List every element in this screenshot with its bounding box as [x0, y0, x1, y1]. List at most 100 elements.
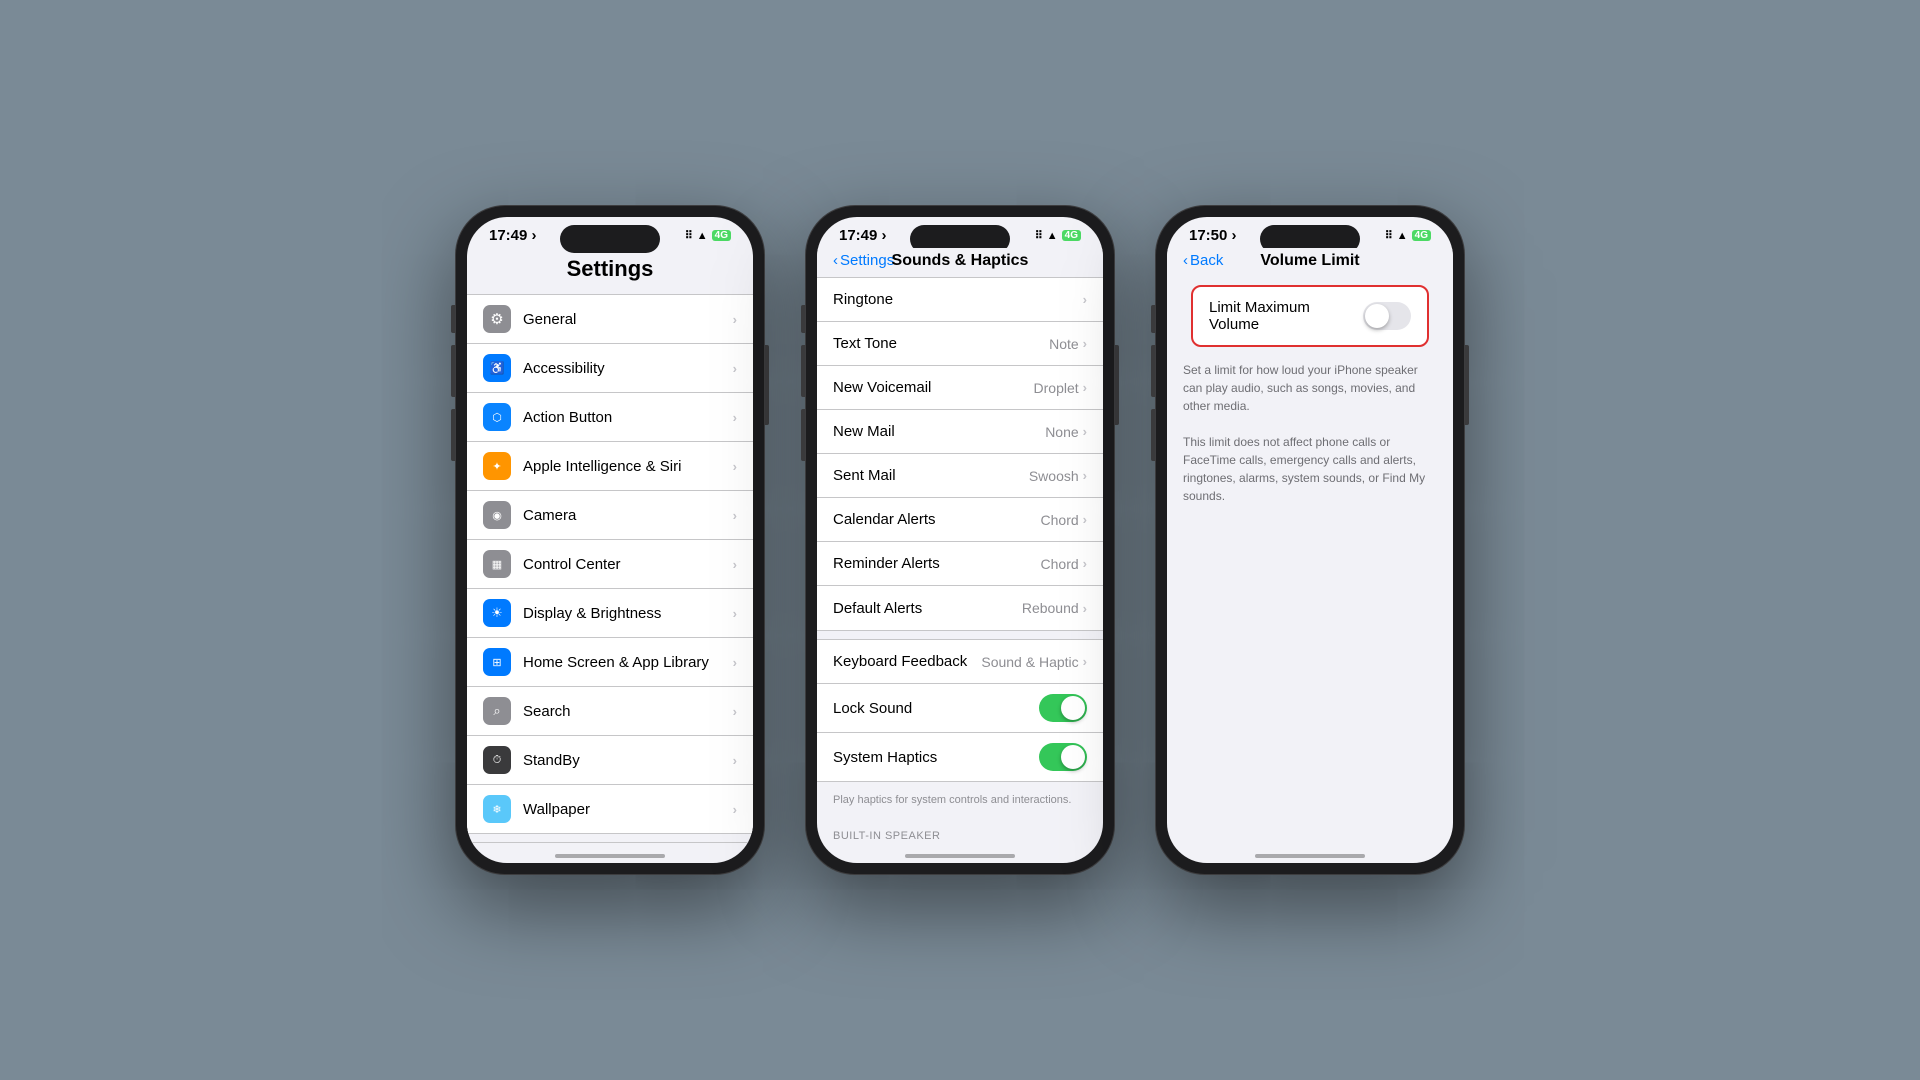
apple-intelligence-label: Apple Intelligence & Siri: [523, 458, 733, 475]
display-icon: ☀: [483, 599, 511, 627]
phone-3-screen: 17:50 › ⠿ ▲ 4G ‹ Back Volume Limit Limit…: [1167, 217, 1453, 863]
list-item-system-haptics[interactable]: System Haptics: [817, 733, 1103, 781]
search-label: Search: [523, 703, 733, 720]
list-item-keyboard-feedback[interactable]: Keyboard Feedback Sound & Haptic ›: [817, 640, 1103, 684]
default-alerts-label: Default Alerts: [833, 600, 1022, 617]
text-tone-chevron: ›: [1083, 336, 1087, 351]
volume-up-button: [451, 345, 455, 397]
list-item-general[interactable]: ⚙ General ›: [467, 295, 753, 344]
lock-sound-label: Lock Sound: [833, 700, 1039, 717]
list-item-new-voicemail[interactable]: New Voicemail Droplet ›: [817, 366, 1103, 410]
status-bar-1: 17:49 › ⠿ ▲ 4G: [467, 217, 753, 248]
list-item-action-button[interactable]: ⬡ Action Button ›: [467, 393, 753, 442]
back-chevron-2: ‹: [833, 252, 838, 269]
battery-icon-3: 4G: [1412, 230, 1431, 241]
new-voicemail-label: New Voicemail: [833, 379, 1034, 396]
list-item-calendar-alerts[interactable]: Calendar Alerts Chord ›: [817, 498, 1103, 542]
list-item-accessibility[interactable]: ♿ Accessibility ›: [467, 344, 753, 393]
control-center-chevron: ›: [733, 557, 737, 572]
phone-1-screen: 17:49 › ⠿ ▲ 4G Settings ⚙ General › ♿ Ac…: [467, 217, 753, 863]
volume-down-button: [451, 409, 455, 461]
general-label: General: [523, 311, 733, 328]
list-item-apple-intelligence[interactable]: ✦ Apple Intelligence & Siri ›: [467, 442, 753, 491]
list-item-sent-mail[interactable]: Sent Mail Swoosh ›: [817, 454, 1103, 498]
status-bar-2: 17:49 › ⠿ ▲ 4G: [817, 217, 1103, 248]
sent-mail-value: Swoosh: [1029, 468, 1079, 484]
wifi-icon: ▲: [697, 230, 708, 242]
sent-mail-label: Sent Mail: [833, 467, 1029, 484]
sounds-haptics-content[interactable]: Ringtone › Text Tone Note › New Voicemai…: [817, 277, 1103, 843]
list-item-search[interactable]: ⌕ Search ›: [467, 687, 753, 736]
home-bar-3: [1167, 843, 1453, 863]
reminder-alerts-label: Reminder Alerts: [833, 555, 1041, 572]
accessibility-label: Accessibility: [523, 360, 733, 377]
time-3: 17:50 ›: [1189, 227, 1237, 244]
battery-icon: 4G: [712, 230, 731, 241]
list-item-home-screen[interactable]: ⊞ Home Screen & App Library ›: [467, 638, 753, 687]
sounds-group-1: Ringtone › Text Tone Note › New Voicemai…: [817, 277, 1103, 631]
battery-icon-2: 4G: [1062, 230, 1081, 241]
nav-title-3: Volume Limit: [1260, 252, 1359, 270]
limit-maximum-volume-row[interactable]: Limit Maximum Volume: [1191, 285, 1429, 347]
list-item-default-alerts[interactable]: Default Alerts Rebound ›: [817, 586, 1103, 630]
sent-mail-chevron: ›: [1083, 468, 1087, 483]
grid-icon-2: ⠿: [1035, 229, 1043, 242]
search-chevron: ›: [733, 704, 737, 719]
status-icons-2: ⠿ ▲ 4G: [1035, 229, 1081, 242]
reminder-alerts-value: Chord: [1041, 556, 1079, 572]
apple-intelligence-chevron: ›: [733, 459, 737, 474]
mute-switch-2: [801, 305, 805, 333]
list-item-new-mail[interactable]: New Mail None ›: [817, 410, 1103, 454]
home-screen-label: Home Screen & App Library: [523, 654, 733, 671]
list-item-reminder-alerts[interactable]: Reminder Alerts Chord ›: [817, 542, 1103, 586]
status-bar-3: 17:50 › ⠿ ▲ 4G: [1167, 217, 1453, 248]
system-haptics-knob: [1061, 745, 1085, 769]
accessibility-icon: ♿: [483, 354, 511, 382]
list-item-ringtone[interactable]: Ringtone ›: [817, 278, 1103, 322]
action-button-chevron: ›: [733, 410, 737, 425]
new-mail-chevron: ›: [1083, 424, 1087, 439]
grid-icon-3: ⠿: [1385, 229, 1393, 242]
keyboard-feedback-value: Sound & Haptic: [981, 654, 1078, 670]
back-button-3[interactable]: ‹ Back: [1183, 252, 1223, 269]
calendar-alerts-chevron: ›: [1083, 512, 1087, 527]
home-bar-2: [817, 843, 1103, 863]
keyboard-feedback-chevron: ›: [1083, 654, 1087, 669]
default-alerts-value: Rebound: [1022, 600, 1079, 616]
list-item-text-tone[interactable]: Text Tone Note ›: [817, 322, 1103, 366]
grid-icon: ⠿: [685, 229, 693, 242]
list-item-standby[interactable]: ⏱ StandBy ›: [467, 736, 753, 785]
list-item-lock-sound[interactable]: Lock Sound: [817, 684, 1103, 733]
phone-2: 17:49 › ⠿ ▲ 4G ‹ Settings Sounds & Hapti…: [805, 205, 1115, 875]
list-item-camera[interactable]: ◉ Camera ›: [467, 491, 753, 540]
home-screen-chevron: ›: [733, 655, 737, 670]
limit-volume-toggle[interactable]: [1363, 302, 1411, 330]
list-item-display[interactable]: ☀ Display & Brightness ›: [467, 589, 753, 638]
wallpaper-chevron: ›: [733, 802, 737, 817]
accessibility-chevron: ›: [733, 361, 737, 376]
ringtone-chevron: ›: [1083, 292, 1087, 307]
settings-list[interactable]: ⚙ General › ♿ Accessibility › ⬡ Action B…: [467, 294, 753, 843]
text-tone-label: Text Tone: [833, 335, 1049, 352]
haptics-note: Play haptics for system controls and int…: [817, 790, 1103, 814]
new-voicemail-value: Droplet: [1034, 380, 1079, 396]
phone-2-screen: 17:49 › ⠿ ▲ 4G ‹ Settings Sounds & Hapti…: [817, 217, 1103, 863]
apple-intelligence-icon: ✦: [483, 452, 511, 480]
lock-sound-toggle[interactable]: [1039, 694, 1087, 722]
action-button-icon: ⬡: [483, 403, 511, 431]
home-screen-icon: ⊞: [483, 648, 511, 676]
new-voicemail-chevron: ›: [1083, 380, 1087, 395]
default-alerts-chevron: ›: [1083, 601, 1087, 616]
lock-sound-knob: [1061, 696, 1085, 720]
control-center-label: Control Center: [523, 556, 733, 573]
list-item-wallpaper[interactable]: ❄ Wallpaper ›: [467, 785, 753, 833]
home-indicator-1: [555, 854, 665, 858]
general-icon: ⚙: [483, 305, 511, 333]
back-button-2[interactable]: ‹ Settings: [833, 252, 894, 269]
display-chevron: ›: [733, 606, 737, 621]
power-2: [1115, 345, 1119, 425]
phone-1: 17:49 › ⠿ ▲ 4G Settings ⚙ General › ♿ Ac…: [455, 205, 765, 875]
system-haptics-toggle[interactable]: [1039, 743, 1087, 771]
list-item-control-center[interactable]: ▦ Control Center ›: [467, 540, 753, 589]
display-label: Display & Brightness: [523, 605, 733, 622]
